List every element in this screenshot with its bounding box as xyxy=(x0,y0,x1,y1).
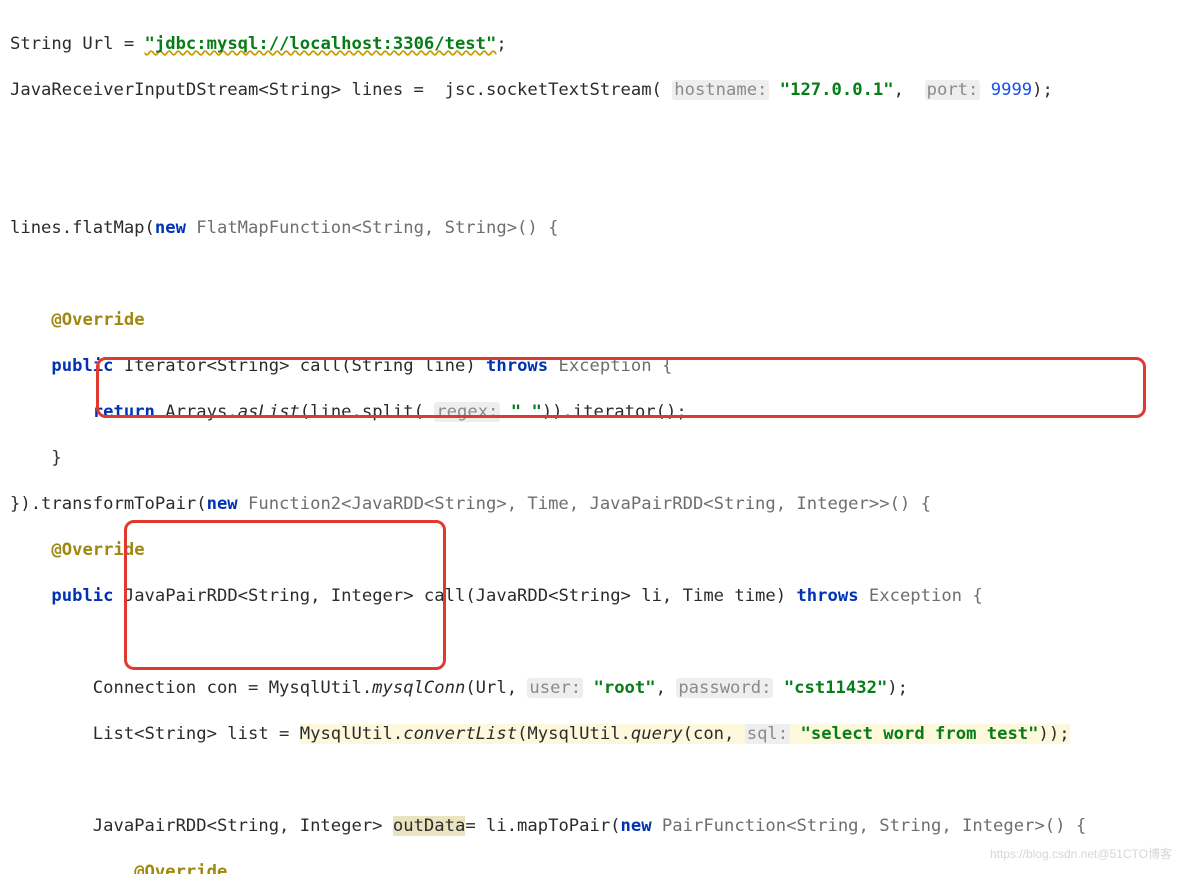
code-line: } xyxy=(10,447,1174,470)
param-hint: password: xyxy=(676,678,773,698)
code-line xyxy=(10,631,1174,654)
param-hint: port: xyxy=(925,80,981,100)
param-hint: regex: xyxy=(434,402,500,422)
param-hint: hostname: xyxy=(672,80,769,100)
param-hint: sql: xyxy=(745,724,790,744)
code-line: @Override xyxy=(10,309,1174,332)
param-hint: user: xyxy=(527,678,583,698)
code-line: public JavaPairRDD<String, Integer> call… xyxy=(10,585,1174,608)
code-line: Connection con = MysqlUtil.mysqlConn(Url… xyxy=(10,677,1174,700)
code-line xyxy=(10,125,1174,148)
code-editor[interactable]: String Url = "jdbc:mysql://localhost:330… xyxy=(0,0,1184,874)
code-line: return Arrays.asList(line.split( regex: … xyxy=(10,401,1174,424)
code-line: List<String> list = MysqlUtil.convertLis… xyxy=(10,723,1174,746)
code-line: @Override xyxy=(10,539,1174,562)
code-line: @Override xyxy=(10,861,1174,874)
code-line: lines.flatMap(new FlatMapFunction<String… xyxy=(10,217,1174,240)
code-line: public Iterator<String> call(String line… xyxy=(10,355,1174,378)
code-line xyxy=(10,171,1174,194)
code-line: JavaReceiverInputDStream<String> lines =… xyxy=(10,79,1174,102)
code-line xyxy=(10,263,1174,286)
code-line: String Url = "jdbc:mysql://localhost:330… xyxy=(10,33,1174,56)
code-line: JavaPairRDD<String, Integer> outData= li… xyxy=(10,815,1174,838)
code-line xyxy=(10,769,1174,792)
code-line: }).transformToPair(new Function2<JavaRDD… xyxy=(10,493,1174,516)
